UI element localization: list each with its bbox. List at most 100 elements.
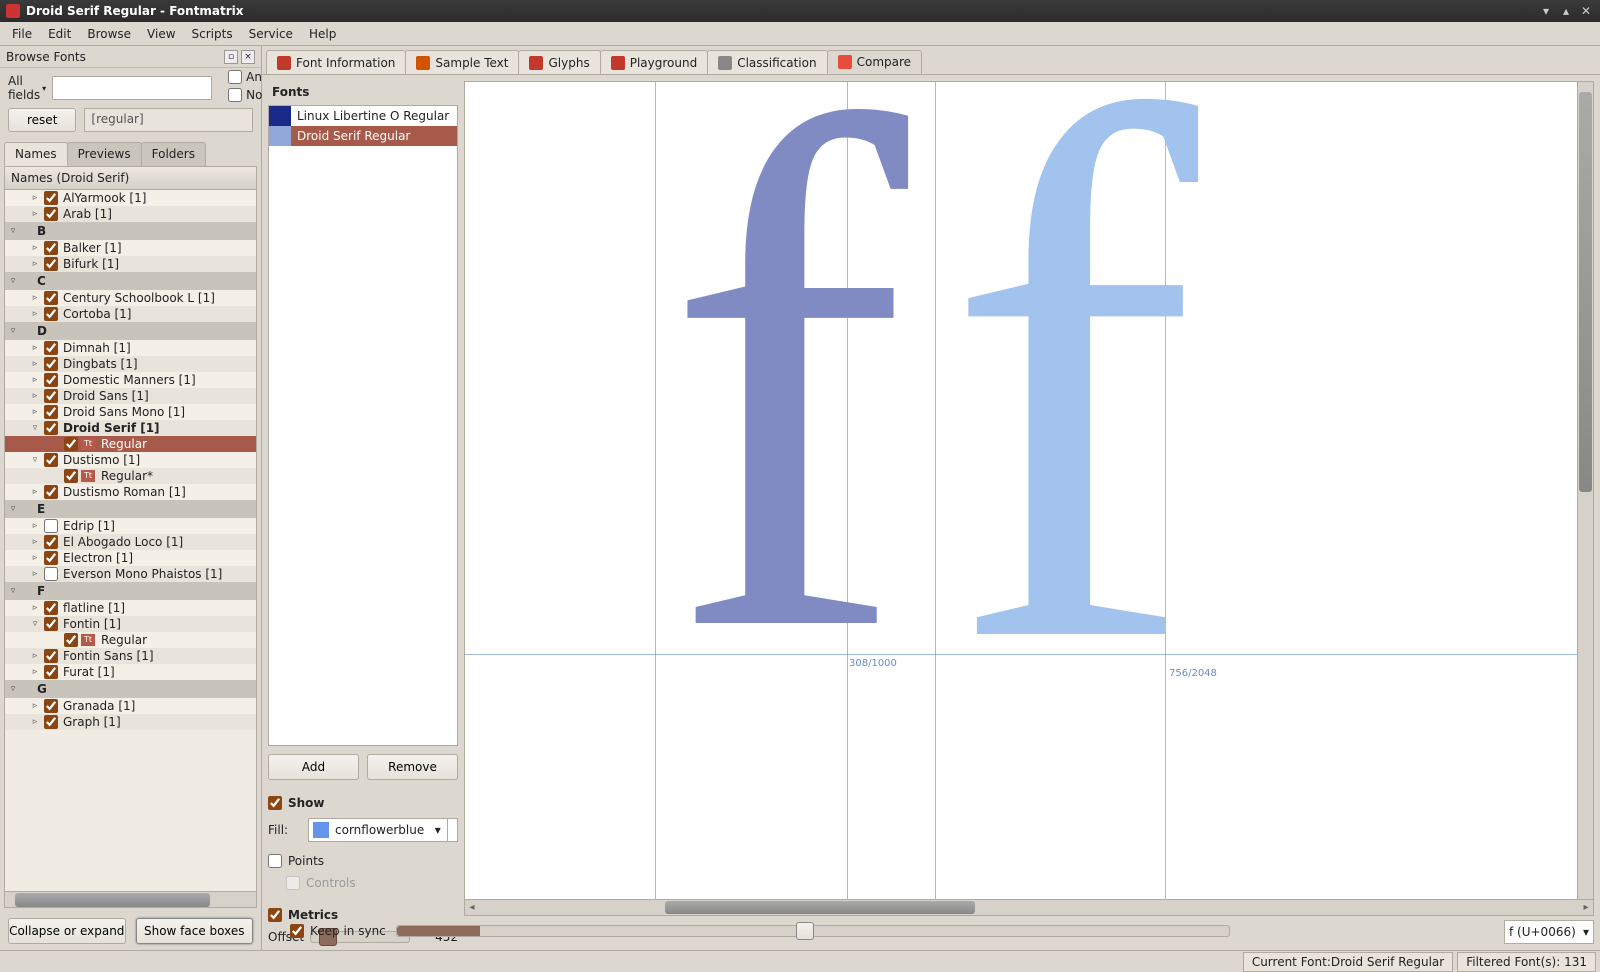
- keep-in-sync-checkbox[interactable]: Keep in sync: [290, 924, 386, 938]
- expand-icon[interactable]: ▿: [29, 455, 41, 465]
- tree-row[interactable]: TtRegular: [5, 436, 256, 452]
- expand-icon[interactable]: ▹: [29, 243, 41, 253]
- tree-row[interactable]: ▹Droid Sans [1]: [5, 388, 256, 404]
- reset-button[interactable]: reset: [8, 108, 76, 132]
- font-enable-checkbox[interactable]: [44, 357, 58, 371]
- expand-icon[interactable]: ▿: [7, 684, 19, 694]
- tree-row[interactable]: ▿Droid Serif [1]: [5, 420, 256, 436]
- font-enable-checkbox[interactable]: [44, 291, 58, 305]
- expand-icon[interactable]: ▿: [29, 619, 41, 629]
- expand-icon[interactable]: ▹: [29, 521, 41, 531]
- expand-icon[interactable]: ▹: [29, 603, 41, 613]
- search-input[interactable]: [52, 76, 212, 100]
- tab-font-information[interactable]: Font Information: [266, 50, 406, 74]
- tab-sample-text[interactable]: Sample Text: [405, 50, 519, 74]
- expand-icon[interactable]: ▿: [7, 276, 19, 286]
- expand-icon[interactable]: ▿: [29, 423, 41, 433]
- font-enable-checkbox[interactable]: [44, 373, 58, 387]
- font-enable-checkbox[interactable]: [44, 715, 58, 729]
- font-enable-checkbox[interactable]: [44, 519, 58, 533]
- font-enable-checkbox[interactable]: [44, 389, 58, 403]
- sidetab-previews[interactable]: Previews: [67, 142, 142, 166]
- canvas-vscroll[interactable]: [1578, 81, 1594, 900]
- expand-icon[interactable]: ▹: [29, 375, 41, 385]
- remove-font-button[interactable]: Remove: [367, 754, 458, 780]
- font-enable-checkbox[interactable]: [44, 699, 58, 713]
- expand-icon[interactable]: ▹: [29, 537, 41, 547]
- points-checkbox[interactable]: Points: [268, 850, 458, 872]
- expand-icon[interactable]: ▹: [29, 651, 41, 661]
- compare-font-row[interactable]: Linux Libertine O Regular: [269, 106, 457, 126]
- font-enable-checkbox[interactable]: [44, 341, 58, 355]
- expand-icon[interactable]: ▿: [7, 226, 19, 236]
- menu-service[interactable]: Service: [241, 25, 301, 43]
- compare-font-row[interactable]: Droid Serif Regular: [269, 126, 457, 146]
- font-enable-checkbox[interactable]: [64, 469, 78, 483]
- font-enable-checkbox[interactable]: [44, 535, 58, 549]
- tree-row[interactable]: ▿Fontin [1]: [5, 616, 256, 632]
- menu-edit[interactable]: Edit: [40, 25, 79, 43]
- tab-classification[interactable]: Classification: [707, 50, 827, 74]
- collapse-expand-button[interactable]: Collapse or expand: [8, 918, 126, 944]
- tree-row[interactable]: ▹Granada [1]: [5, 698, 256, 714]
- tree-row[interactable]: ▹Fontin Sans [1]: [5, 648, 256, 664]
- font-enable-checkbox[interactable]: [44, 307, 58, 321]
- font-enable-checkbox[interactable]: [44, 551, 58, 565]
- font-enable-checkbox[interactable]: [44, 567, 58, 581]
- expand-icon[interactable]: ▹: [29, 717, 41, 727]
- expand-icon[interactable]: ▿: [7, 326, 19, 336]
- menu-file[interactable]: File: [4, 25, 40, 43]
- tree-row[interactable]: ▿Dustismo [1]: [5, 452, 256, 468]
- expand-icon[interactable]: ▹: [29, 209, 41, 219]
- font-enable-checkbox[interactable]: [44, 453, 58, 467]
- sidetab-names[interactable]: Names: [4, 142, 68, 166]
- search-field-selector[interactable]: All fields▾: [8, 74, 46, 102]
- tree-row[interactable]: ▹Graph [1]: [5, 714, 256, 730]
- font-enable-checkbox[interactable]: [44, 257, 58, 271]
- tree-row[interactable]: ▹Everson Mono Phaistos [1]: [5, 566, 256, 582]
- tree-row[interactable]: ▹Edrip [1]: [5, 518, 256, 534]
- metrics-checkbox[interactable]: Metrics: [268, 904, 458, 926]
- expand-icon[interactable]: ▹: [29, 343, 41, 353]
- tree-row[interactable]: ▹Dingbats [1]: [5, 356, 256, 372]
- glyph-selector[interactable]: f (U+0066) ▾: [1504, 920, 1594, 944]
- tree-row[interactable]: ▹Droid Sans Mono [1]: [5, 404, 256, 420]
- tree-row[interactable]: ▹Dustismo Roman [1]: [5, 484, 256, 500]
- tree-row[interactable]: ▹Domestic Manners [1]: [5, 372, 256, 388]
- compare-canvas[interactable]: f f 308/1000 756/2048: [464, 81, 1578, 900]
- tree-row[interactable]: ▹Electron [1]: [5, 550, 256, 566]
- sync-slider[interactable]: [396, 925, 1230, 937]
- tree-row[interactable]: ▹flatline [1]: [5, 600, 256, 616]
- tree-row[interactable]: TtRegular*: [5, 468, 256, 484]
- tree-row[interactable]: ▹Arab [1]: [5, 206, 256, 222]
- dock-detach-icon[interactable]: ▫: [224, 50, 238, 64]
- expand-icon[interactable]: ▹: [29, 569, 41, 579]
- show-face-boxes-button[interactable]: Show face boxes: [136, 918, 254, 944]
- menu-scripts[interactable]: Scripts: [184, 25, 241, 43]
- font-enable-checkbox[interactable]: [44, 601, 58, 615]
- menu-view[interactable]: View: [139, 25, 183, 43]
- expand-icon[interactable]: ▹: [29, 407, 41, 417]
- expand-icon[interactable]: ▹: [29, 193, 41, 203]
- tab-compare[interactable]: Compare: [827, 50, 922, 74]
- tab-glyphs[interactable]: Glyphs: [518, 50, 600, 74]
- show-checkbox[interactable]: Show: [268, 792, 458, 814]
- expand-icon[interactable]: ▹: [29, 259, 41, 269]
- font-enable-checkbox[interactable]: [44, 649, 58, 663]
- tree-row[interactable]: ▹AlYarmook [1]: [5, 190, 256, 206]
- canvas-hscroll[interactable]: ◂ ▸: [464, 900, 1594, 916]
- tree-row[interactable]: ▹El Abogado Loco [1]: [5, 534, 256, 550]
- font-enable-checkbox[interactable]: [44, 191, 58, 205]
- expand-icon[interactable]: ▹: [29, 309, 41, 319]
- font-enable-checkbox[interactable]: [64, 437, 78, 451]
- font-enable-checkbox[interactable]: [44, 485, 58, 499]
- add-font-button[interactable]: Add: [268, 754, 359, 780]
- font-enable-checkbox[interactable]: [44, 617, 58, 631]
- fill-color-dropdown[interactable]: cornflowerblue ▾: [308, 818, 458, 842]
- tree-row[interactable]: ▹Furat [1]: [5, 664, 256, 680]
- expand-icon[interactable]: ▿: [7, 586, 19, 596]
- dock-close-icon[interactable]: ×: [241, 50, 255, 64]
- font-enable-checkbox[interactable]: [44, 405, 58, 419]
- tree-row[interactable]: TtRegular: [5, 632, 256, 648]
- maximize-button[interactable]: ▴: [1558, 3, 1574, 19]
